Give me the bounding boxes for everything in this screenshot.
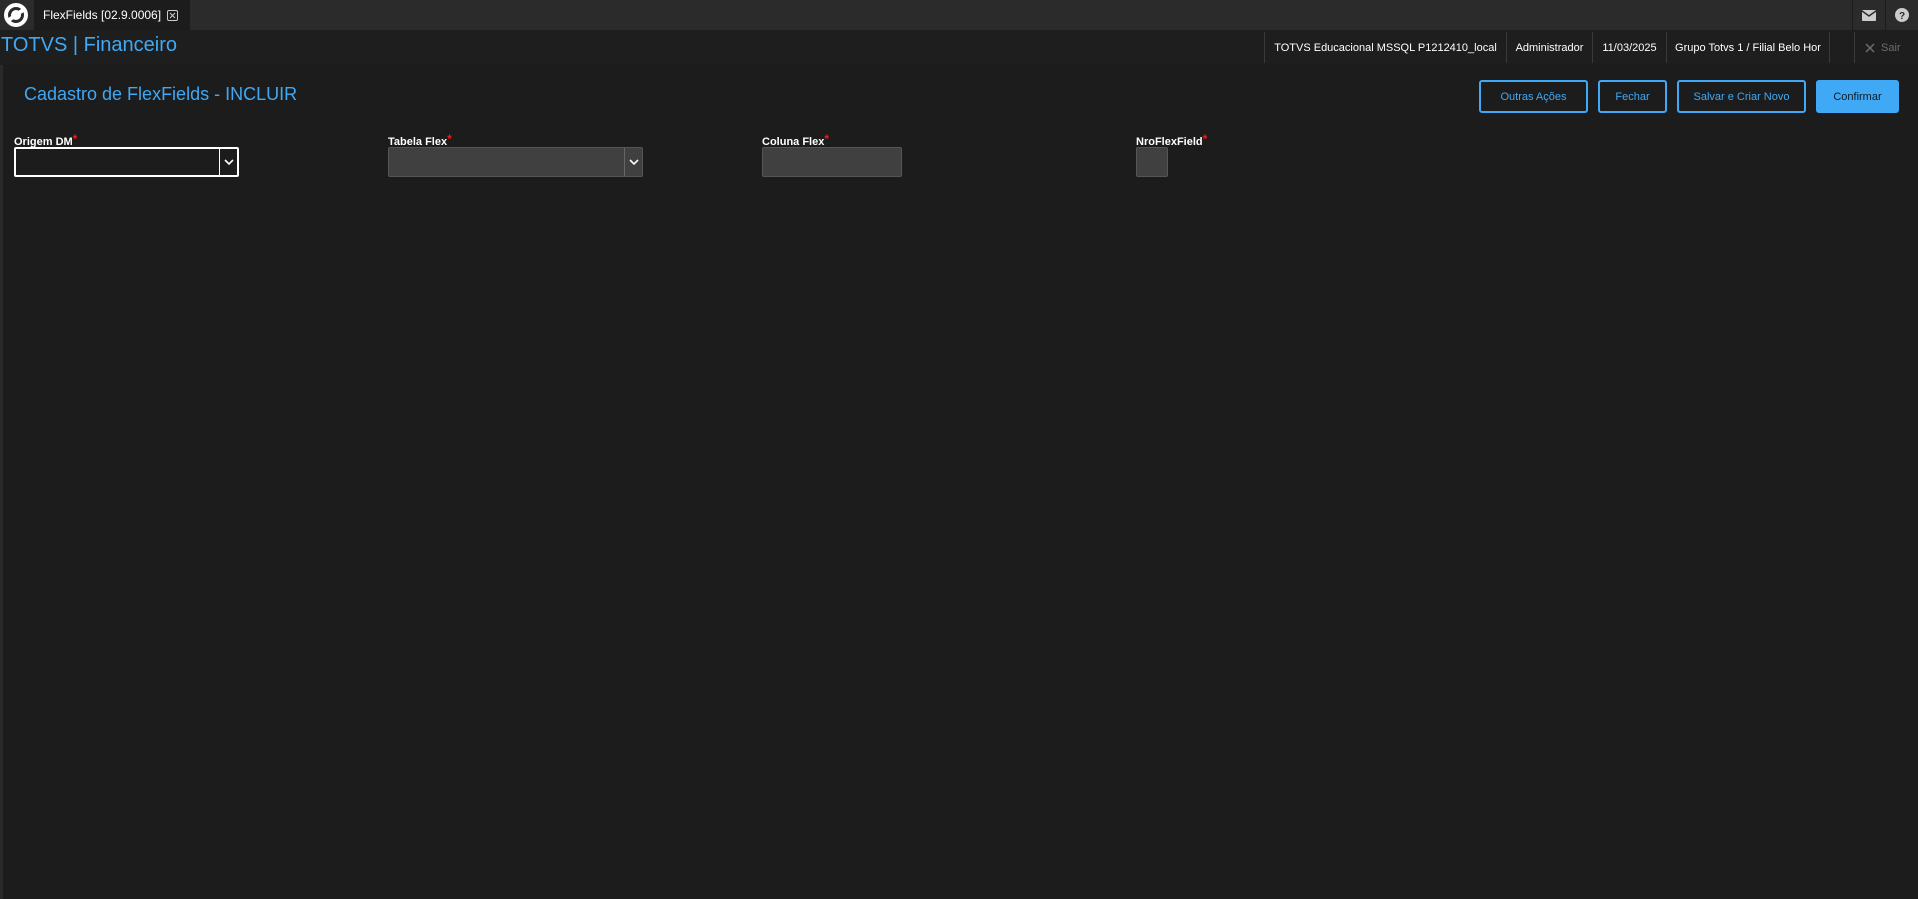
coluna-label: Coluna Flex* xyxy=(762,132,830,148)
tab-flexfields[interactable]: FlexFields [02.9.0006] xyxy=(34,0,190,30)
chevron-down-icon[interactable] xyxy=(624,148,642,176)
confirm-button[interactable]: Confirmar xyxy=(1816,80,1899,113)
nro-input[interactable] xyxy=(1136,147,1168,177)
close-button[interactable]: Fechar xyxy=(1598,80,1667,113)
origem-select[interactable] xyxy=(14,147,239,177)
context-spacer xyxy=(1829,32,1854,63)
top-bar: FlexFields [02.9.0006] ? xyxy=(0,0,1918,30)
required-mark: * xyxy=(72,132,78,146)
context-date[interactable]: 11/03/2025 xyxy=(1592,32,1666,63)
left-edge xyxy=(0,65,3,899)
save-and-new-button[interactable]: Salvar e Criar Novo xyxy=(1677,80,1806,113)
tab-label: FlexFields [02.9.0006] xyxy=(43,8,162,22)
required-mark: * xyxy=(1202,132,1208,146)
required-mark: * xyxy=(447,132,452,146)
app-header: TOTVS | Financeiro TOTVS Educacional MSS… xyxy=(0,30,1918,65)
mail-icon[interactable] xyxy=(1852,0,1885,30)
close-icon xyxy=(1865,42,1875,53)
context-branch[interactable]: Grupo Totvs 1 / Filial Belo Hor xyxy=(1666,32,1829,63)
logout-button[interactable]: Sair xyxy=(1854,32,1918,63)
close-tab-icon[interactable] xyxy=(167,9,179,21)
other-actions-button[interactable]: Outras Ações xyxy=(1479,80,1588,113)
nro-label: NroFlexField* xyxy=(1136,132,1208,148)
origem-label: Origem DM* xyxy=(14,132,78,148)
help-icon[interactable]: ? xyxy=(1885,0,1918,30)
chevron-down-icon[interactable] xyxy=(219,149,237,175)
context-user[interactable]: Administrador xyxy=(1506,32,1592,63)
page-title: Cadastro de FlexFields - INCLUIR xyxy=(24,84,298,104)
totvs-logo-icon[interactable] xyxy=(2,1,30,29)
tabela-label: Tabela Flex* xyxy=(388,132,452,148)
logout-label: Sair xyxy=(1881,41,1901,54)
tabela-select[interactable] xyxy=(388,147,643,177)
app-title[interactable]: TOTVS | Financeiro xyxy=(1,34,177,57)
svg-text:?: ? xyxy=(1899,11,1905,22)
coluna-input[interactable] xyxy=(762,147,902,177)
context-database[interactable]: TOTVS Educacional MSSQL P1212410_local xyxy=(1264,32,1506,63)
required-mark: * xyxy=(824,132,830,146)
